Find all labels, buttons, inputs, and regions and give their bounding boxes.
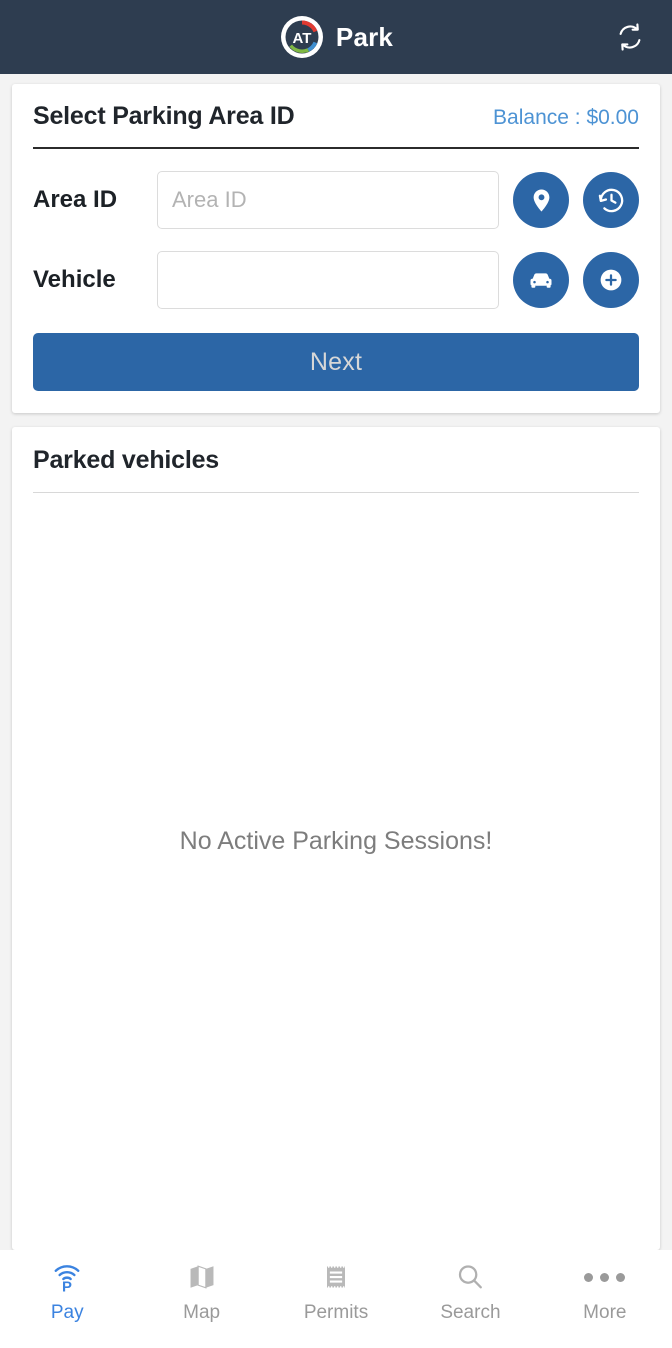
parked-vehicles-card: Parked vehicles No Active Parking Sessio… bbox=[12, 427, 660, 1250]
balance-label[interactable]: Balance : $0.00 bbox=[493, 106, 639, 130]
bottom-tab-bar: P Pay Map Permits Search More bbox=[0, 1250, 672, 1348]
map-fold-icon bbox=[186, 1258, 218, 1296]
history-clock-icon[interactable] bbox=[583, 172, 639, 228]
tab-label-more: More bbox=[583, 1302, 627, 1323]
app-header: AT Park bbox=[0, 0, 672, 74]
tab-label-pay: Pay bbox=[50, 1302, 84, 1323]
empty-state-message: No Active Parking Sessions! bbox=[179, 827, 493, 855]
refresh-sync-icon[interactable] bbox=[610, 17, 650, 57]
car-icon[interactable] bbox=[513, 252, 569, 308]
tab-label-search: Search bbox=[440, 1302, 501, 1323]
vehicle-input[interactable] bbox=[157, 251, 499, 309]
at-logo-icon: AT bbox=[279, 14, 325, 60]
area-id-input[interactable] bbox=[157, 171, 499, 229]
tab-map[interactable]: Map bbox=[134, 1258, 268, 1324]
map-pin-icon[interactable] bbox=[513, 172, 569, 228]
vehicle-label: Vehicle bbox=[33, 266, 116, 293]
tab-label-map: Map bbox=[183, 1302, 221, 1323]
vehicle-row: Vehicle bbox=[33, 251, 639, 309]
receipt-icon bbox=[321, 1258, 351, 1296]
area-id-label: Area ID bbox=[33, 186, 118, 213]
app-root: AT Park Select Parking Area ID Balance :… bbox=[0, 0, 672, 1348]
area-id-row: Area ID bbox=[33, 171, 639, 229]
brand: AT Park bbox=[279, 14, 393, 60]
tab-more[interactable]: More bbox=[538, 1258, 672, 1324]
select-card-header: Select Parking Area ID Balance : $0.00 bbox=[33, 102, 639, 149]
parked-vehicles-title: Parked vehicles bbox=[33, 446, 639, 493]
tab-pay[interactable]: P Pay bbox=[0, 1258, 134, 1324]
svg-text:AT: AT bbox=[292, 30, 311, 47]
content-area: Select Parking Area ID Balance : $0.00 A… bbox=[0, 74, 672, 1250]
ellipsis-icon bbox=[584, 1258, 626, 1296]
page-title: Select Parking Area ID bbox=[33, 102, 295, 130]
next-button[interactable]: Next bbox=[33, 333, 639, 391]
plus-circle-icon[interactable] bbox=[583, 252, 639, 308]
tab-search[interactable]: Search bbox=[403, 1258, 537, 1324]
select-parking-card: Select Parking Area ID Balance : $0.00 A… bbox=[12, 84, 660, 413]
brand-name: Park bbox=[335, 21, 394, 52]
parking-wifi-icon: P bbox=[50, 1258, 84, 1296]
tab-label-permits: Permits bbox=[303, 1302, 369, 1323]
tab-permits[interactable]: Permits bbox=[269, 1258, 403, 1324]
parked-vehicles-list: No Active Parking Sessions! bbox=[33, 493, 639, 1250]
magnifier-icon bbox=[454, 1258, 486, 1296]
svg-text:P: P bbox=[62, 1280, 72, 1294]
